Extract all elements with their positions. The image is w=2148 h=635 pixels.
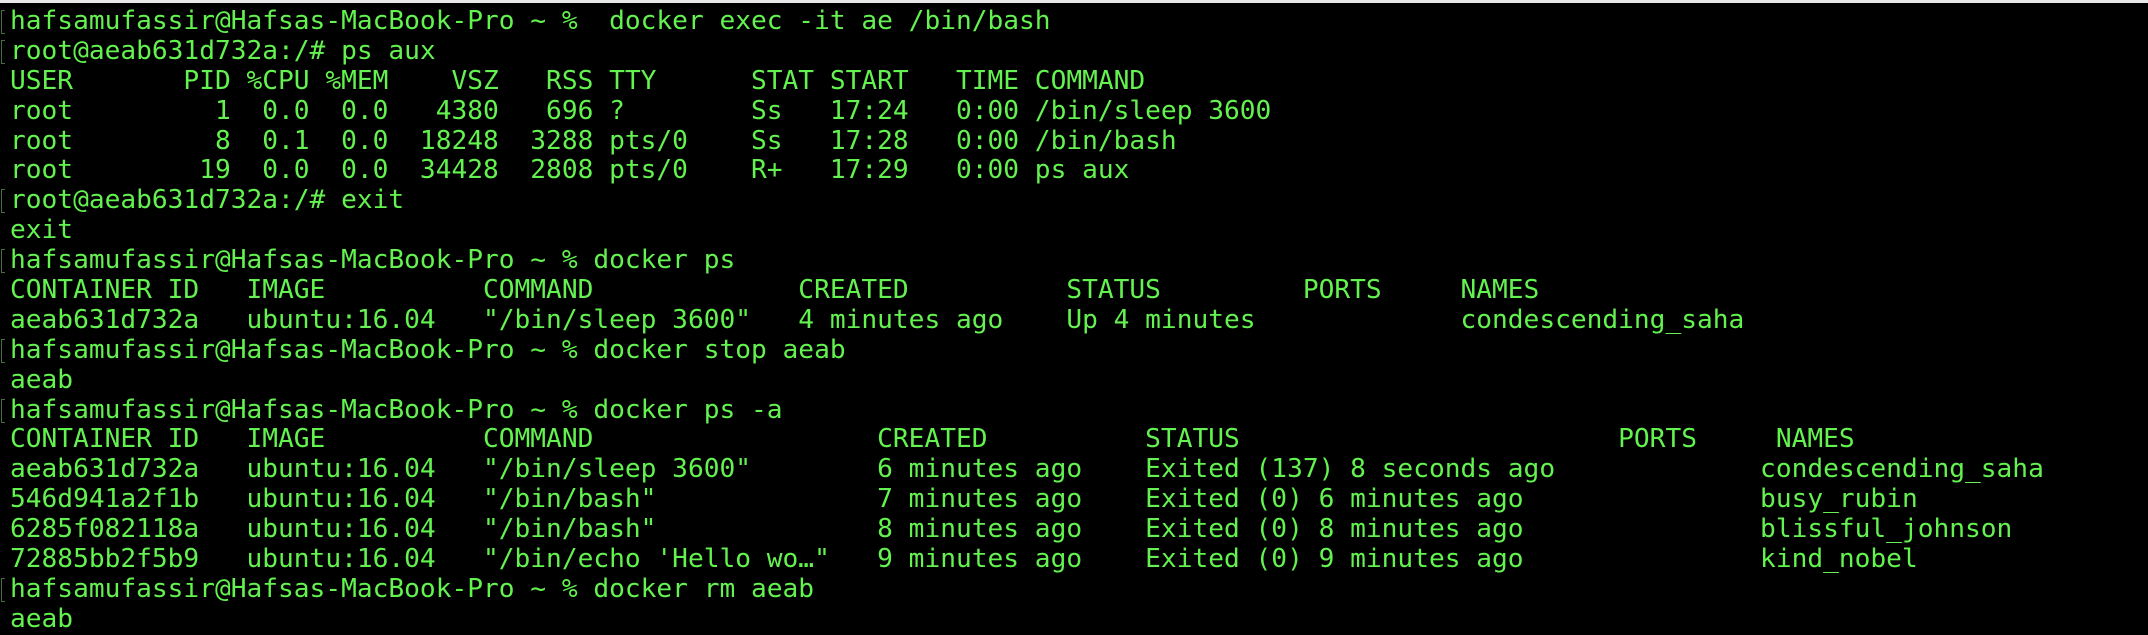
prompt-mark-icon (1, 10, 5, 34)
prompt-mark-icon (1, 398, 5, 423)
prompt-mark-icon (1, 577, 5, 602)
prompt-line: hafsamufassir@Hafsas-MacBook-Pro ~ % doc… (1, 573, 2044, 605)
prompt-line: hafsamufassir@Hafsas-MacBook-Pro ~ % doc… (1, 394, 2044, 426)
window-top-edge (0, 0, 2148, 3)
prompt-line: root@aeab631d732a:/# ps aux (1, 35, 2044, 67)
prompt-line: hafsamufassir@Hafsas-MacBook-Pro ~ % doc… (1, 245, 2044, 276)
docker-ps-a-row: aeab631d732a ubuntu:16.04 "/bin/sleep 36… (10, 454, 2044, 485)
docker-ps-header: CONTAINER ID IMAGE COMMAND CREATED STATU… (10, 275, 1540, 306)
ps-row: root 1 0.0 0.0 4380 696 ? Ss 17:24 0:00 … (10, 95, 1272, 126)
prompt-line: root@aeab631d732a:/# exit (1, 185, 2044, 216)
prompt-mark-icon (1, 189, 5, 214)
docker-ps-a-row: 6285f082118a ubuntu:16.04 "/bin/bash" 8 … (10, 514, 2013, 545)
output-line: aeab (10, 603, 74, 634)
prompt-line: hafsamufassir@Hafsas-MacBook-Pro ~ % doc… (1, 6, 2044, 37)
prompt-line: hafsamufassir@Hafsas-MacBook-Pro ~ % doc… (1, 334, 2044, 366)
output-line: aeab (10, 364, 74, 395)
ps-row: root 19 0.0 0.0 34428 2808 pts/0 R+ 17:2… (10, 155, 1130, 186)
line-text: hafsamufassir@Hafsas-MacBook-Pro ~ % doc… (10, 334, 846, 365)
ps-header: USER PID %CPU %MEM VSZ RSS TTY STAT STAR… (10, 65, 1146, 96)
terminal-output[interactable]: hafsamufassir@Hafsas-MacBook-Pro ~ % doc… (1, 6, 2044, 635)
docker-ps-a-row: 72885bb2f5b9 ubuntu:16.04 "/bin/echo 'He… (10, 544, 1918, 575)
docker-ps-a-header: CONTAINER ID IMAGE COMMAND CREATED STATU… (10, 424, 1855, 455)
ps-row: root 8 0.1 0.0 18248 3288 pts/0 Ss 17:28… (10, 125, 1177, 156)
output-line: exit (10, 215, 74, 246)
line-text: root@aeab631d732a:/# ps aux (10, 35, 436, 66)
prompt-mark-icon (1, 338, 5, 363)
prompt-mark-icon (1, 39, 5, 64)
line-text: root@aeab631d732a:/# exit (10, 185, 405, 216)
line-text: hafsamufassir@Hafsas-MacBook-Pro ~ % doc… (10, 573, 815, 604)
line-text: hafsamufassir@Hafsas-MacBook-Pro ~ % doc… (10, 6, 1051, 36)
docker-ps-row: aeab631d732a ubuntu:16.04 "/bin/sleep 36… (10, 304, 1745, 335)
line-text: hafsamufassir@Hafsas-MacBook-Pro ~ % doc… (10, 245, 736, 276)
prompt-mark-icon (1, 249, 5, 274)
docker-ps-a-row: 546d941a2f1b ubuntu:16.04 "/bin/bash" 7 … (10, 484, 1918, 515)
line-text: hafsamufassir@Hafsas-MacBook-Pro ~ % doc… (10, 394, 783, 425)
